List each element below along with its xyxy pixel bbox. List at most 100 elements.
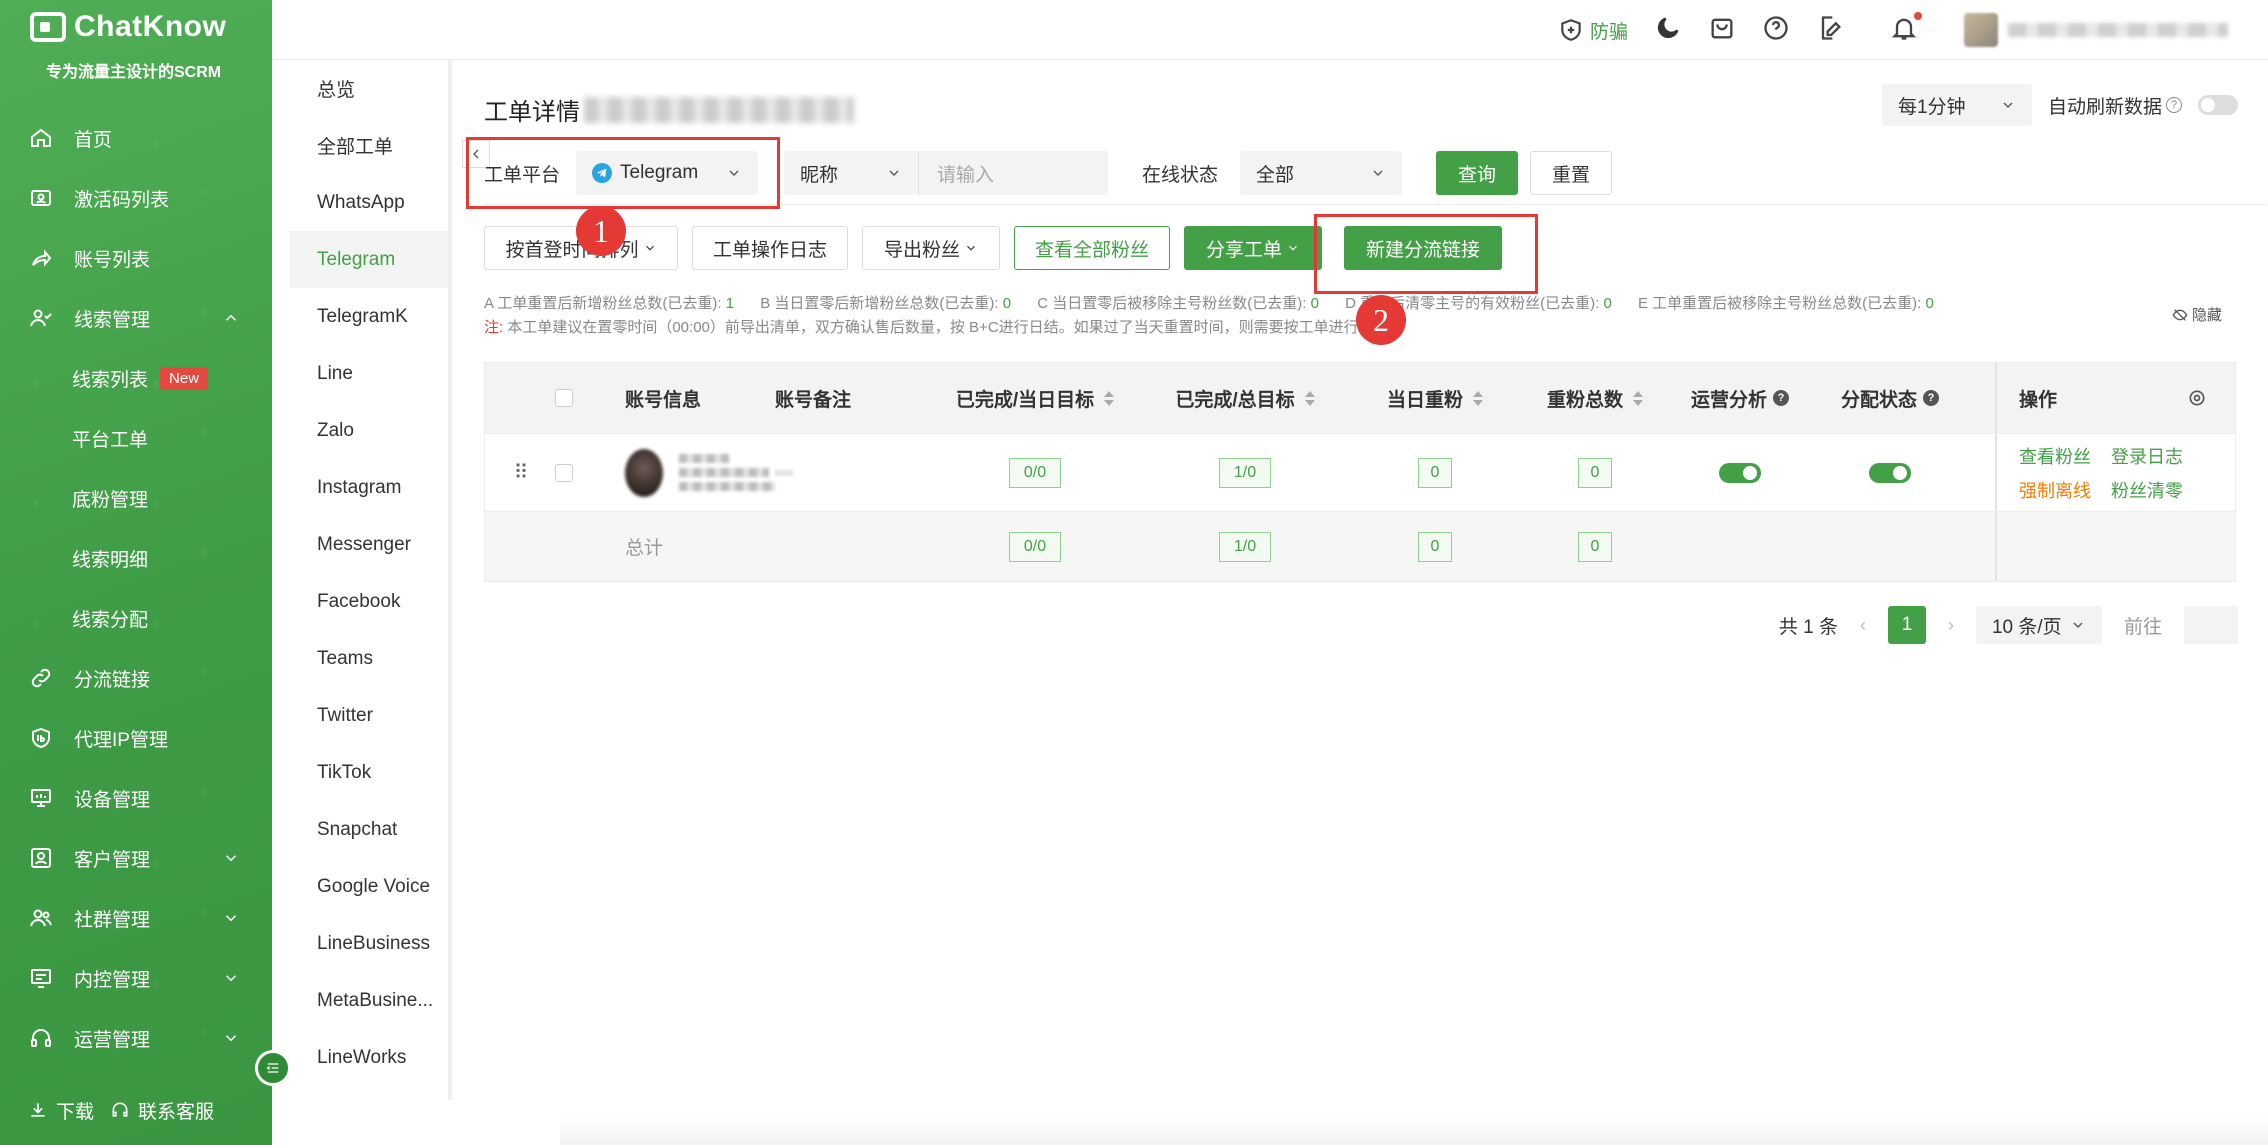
subnav-item-teams[interactable]: Teams xyxy=(290,630,448,687)
support-label: 联系客服 xyxy=(138,1101,215,1123)
subnav-item-lineworks[interactable]: LineWorks xyxy=(290,1029,448,1086)
help-icon[interactable]: ? xyxy=(1923,390,1939,406)
chevron-down-icon xyxy=(222,969,240,987)
subnav-item-telegram[interactable]: Telegram xyxy=(290,231,448,288)
sidebar-collapse-button[interactable] xyxy=(255,1050,291,1086)
col-done-total[interactable]: 已完成/总目标 xyxy=(1145,363,1345,433)
view-all-fans-button[interactable]: 查看全部粉丝 xyxy=(1014,226,1170,270)
account-remark-cell[interactable] xyxy=(775,434,925,511)
subnav-item-instagram[interactable]: Instagram xyxy=(290,459,448,516)
customer-icon xyxy=(28,845,54,871)
query-button[interactable]: 查询 xyxy=(1436,151,1519,195)
sidebar-subitem-lead-assign[interactable]: 线索分配 xyxy=(0,588,272,648)
highlight-box-new-link xyxy=(1314,214,1538,294)
export-fans-button[interactable]: 导出粉丝 xyxy=(862,226,1000,270)
stat-value-e: 0 xyxy=(1925,295,1934,312)
share-order-button[interactable]: 分享工单 xyxy=(1184,226,1322,270)
page-number-current[interactable]: 1 xyxy=(1887,606,1926,644)
subnav-item-all-orders[interactable]: 全部工单 xyxy=(290,117,448,174)
platform-subnav: 总览 全部工单 WhatsApp Telegram TelegramK Line… xyxy=(290,60,452,1100)
sidebar-item-communities[interactable]: 社群管理 xyxy=(0,888,272,948)
col-assign-status-label: 分配状态 xyxy=(1840,389,1917,411)
auto-refresh-toggle[interactable] xyxy=(2198,95,2238,115)
sidebar-subitem-platform-orders[interactable]: 平台工单 xyxy=(0,408,272,468)
column-settings-icon[interactable] xyxy=(2187,388,2207,408)
subnav-item-overview[interactable]: 总览 xyxy=(290,60,448,117)
col-dup-total-label: 重粉总数 xyxy=(1546,389,1623,411)
help-icon[interactable] xyxy=(1762,14,1790,47)
help-icon[interactable]: ? xyxy=(2166,97,2182,113)
prev-page-icon[interactable]: ‹ xyxy=(1860,615,1866,636)
col-done-today[interactable]: 已完成/当日目标 xyxy=(925,363,1145,433)
help-icon[interactable]: ? xyxy=(1773,390,1789,406)
subnav-item-line[interactable]: Line xyxy=(290,345,448,402)
sidebar-item-devices[interactable]: 设备管理 xyxy=(0,768,272,828)
login-log-link[interactable]: 登录日志 xyxy=(2111,443,2183,469)
operation-log-button[interactable]: 工单操作日志 xyxy=(692,226,848,270)
sidebar-item-split-links[interactable]: 分流链接 xyxy=(0,648,272,708)
subnav-item-google-voice[interactable]: Google Voice xyxy=(290,858,448,915)
subnav-item-twitter[interactable]: Twitter xyxy=(290,687,448,744)
refresh-interval-select[interactable]: 每1分钟 xyxy=(1881,84,2032,126)
subnav-item-metabusiness[interactable]: MetaBusine... xyxy=(290,972,448,1029)
subnav-item-whatsapp[interactable]: WhatsApp xyxy=(290,174,448,231)
subnav-item-facebook[interactable]: Facebook xyxy=(290,573,448,630)
subnav-item-telegramk[interactable]: TelegramK xyxy=(290,288,448,345)
col-account: 账号信息 xyxy=(625,389,702,411)
sidebar-item-customers[interactable]: 客户管理 xyxy=(0,828,272,888)
sidebar-item-proxy-ip[interactable]: 代理IP管理 xyxy=(0,708,272,768)
sidebar-item-label: 内控管理 xyxy=(74,969,151,991)
hide-stats-link[interactable]: 隐藏 xyxy=(2172,304,2222,325)
shopping-bag-icon[interactable] xyxy=(1708,14,1736,47)
stat-value-a: 1 xyxy=(725,295,735,312)
search-field-select[interactable]: 昵称 xyxy=(784,151,919,195)
col-dup-today[interactable]: 当日重粉 xyxy=(1345,363,1525,433)
drag-handle-icon[interactable]: ⠿ xyxy=(514,460,529,485)
select-all-checkbox[interactable] xyxy=(555,389,573,407)
sidebar-item-internal-control[interactable]: 内控管理 xyxy=(0,948,272,1008)
sort-icon xyxy=(1633,390,1643,406)
sidebar-item-leads[interactable]: 线索管理 xyxy=(0,288,272,348)
sidebar-subitem-lead-details[interactable]: 线索明细 xyxy=(0,528,272,588)
page-size-select[interactable]: 10 条/页 xyxy=(1975,606,2102,644)
force-offline-link[interactable]: 强制离线 xyxy=(2019,477,2091,503)
anti-fraud-link[interactable]: 防骗 xyxy=(1558,17,1628,44)
search-input[interactable]: 请输入 xyxy=(918,151,1109,195)
auto-refresh-controls: 每1分钟 自动刷新数据 ? xyxy=(1881,84,2238,126)
user-menu[interactable] xyxy=(1964,13,2228,47)
edit-document-icon[interactable] xyxy=(1816,14,1844,47)
notification-bell-icon[interactable] xyxy=(1890,11,1922,47)
sidebar-item-home[interactable]: 首页 xyxy=(0,108,272,168)
reset-button[interactable]: 重置 xyxy=(1530,151,1613,195)
sidebar-subitem-base-fans[interactable]: 底粉管理 xyxy=(0,468,272,528)
subnav-item-tiktok[interactable]: TikTok xyxy=(290,744,448,801)
sidebar-item-activation-codes[interactable]: 激活码列表 xyxy=(0,168,272,228)
auto-refresh-label: 自动刷新数据 xyxy=(2047,96,2162,118)
next-page-icon[interactable]: › xyxy=(1948,615,1954,636)
sort-icon xyxy=(1104,390,1115,406)
subnav-item-zalo[interactable]: Zalo xyxy=(290,402,448,459)
sidebar-item-operations[interactable]: 运营管理 xyxy=(0,1008,272,1068)
sidebar-subitem-lead-list[interactable]: 线索列表 New xyxy=(0,348,272,408)
download-link[interactable]: 下载 xyxy=(28,1097,94,1124)
account-info-cell[interactable] xyxy=(625,434,775,511)
subnav-item-linebusiness[interactable]: LineBusiness xyxy=(290,915,448,972)
col-dup-total[interactable]: 重粉总数 xyxy=(1525,363,1665,433)
subnav-item-snapchat[interactable]: Snapchat xyxy=(290,801,448,858)
brand-logo[interactable]: ChatKnow xyxy=(30,10,226,44)
assign-status-toggle[interactable] xyxy=(1869,462,1911,483)
clear-fans-link[interactable]: 粉丝清零 xyxy=(2111,477,2183,503)
ops-analysis-toggle[interactable] xyxy=(1719,462,1761,483)
sidebar-item-accounts[interactable]: 账号列表 xyxy=(0,228,272,288)
row-checkbox[interactable] xyxy=(555,463,573,482)
subnav-item-messenger[interactable]: Messenger xyxy=(290,516,448,573)
users-icon xyxy=(28,305,54,331)
dark-mode-icon[interactable] xyxy=(1654,14,1682,47)
sort-icon xyxy=(1304,390,1315,406)
stat-value-b: 0 xyxy=(1002,295,1012,312)
support-link[interactable]: 联系客服 xyxy=(110,1097,214,1124)
online-status-select[interactable]: 全部 xyxy=(1240,151,1403,195)
view-fans-link[interactable]: 查看粉丝 xyxy=(2019,443,2091,469)
goto-page-input[interactable] xyxy=(2184,606,2238,644)
stat-value-d: 0 xyxy=(1603,295,1612,312)
